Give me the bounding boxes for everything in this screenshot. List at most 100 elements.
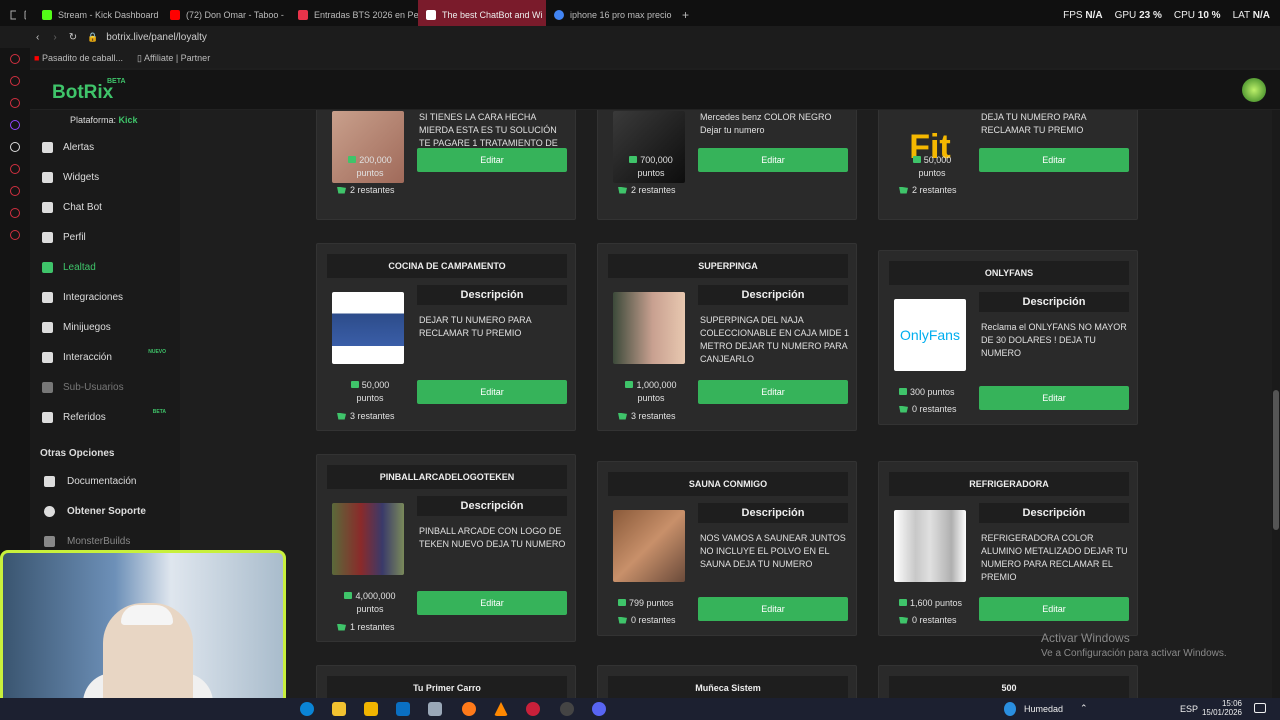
botrix-logo[interactable]: BotRix BETA xyxy=(52,78,126,104)
description-heading: Descripción xyxy=(698,285,848,305)
app-icon[interactable] xyxy=(428,702,442,716)
reward-description: Mercedes benz COLOR NEGRO Dejar tu numer… xyxy=(700,112,832,135)
firefox-icon[interactable] xyxy=(462,702,476,716)
cart-icon xyxy=(899,405,908,413)
sidebar-item-documentacion[interactable]: Documentación xyxy=(44,471,136,491)
reward-description: DEJAR TU NUMERO PARA RECLAMAR TU PREMIO xyxy=(419,315,532,338)
opera-gx-icon[interactable] xyxy=(526,702,540,716)
reward-title: SUPERPINGA xyxy=(608,254,848,278)
x-icon[interactable] xyxy=(10,142,20,152)
user-avatar[interactable] xyxy=(1242,78,1266,102)
reward-card: ONLYFANS OnlyFans Descripción Reclama el… xyxy=(878,250,1138,425)
reward-title: 500 xyxy=(889,676,1129,698)
sidebar-app-icon[interactable] xyxy=(10,54,20,64)
sidebar-item-chatbot[interactable]: Chat Bot xyxy=(42,197,172,217)
cart-icon xyxy=(337,412,346,420)
forward-icon[interactable]: › xyxy=(53,32,56,43)
cart-icon xyxy=(618,412,627,420)
weather-widget[interactable]: Humedad xyxy=(1024,704,1063,714)
back-icon[interactable]: ‹ xyxy=(36,32,39,43)
gpu-value: 23 % xyxy=(1139,10,1162,21)
reward-remaining: 3 restantes xyxy=(618,411,676,421)
reward-card: Muñeca Sistem xyxy=(597,665,857,698)
bookmark-item[interactable]: ■ Pasadito de caball... xyxy=(34,53,123,63)
outlook-icon[interactable] xyxy=(396,702,410,716)
reload-icon[interactable]: ↻ xyxy=(69,32,77,43)
reward-card: Tu Primer Carro xyxy=(316,665,576,698)
url-field[interactable]: botrix.live/panel/loyalty xyxy=(106,32,207,43)
language-indicator[interactable]: ESP xyxy=(1180,704,1198,714)
page-scrollbar[interactable] xyxy=(1272,110,1280,698)
windows-taskbar: Humedad ⌃ ESP 15:06 15/01/2026 xyxy=(0,698,1280,720)
sidebar-item-minijuegos[interactable]: Minijuegos xyxy=(42,317,172,337)
settings-icon[interactable] xyxy=(10,230,20,240)
reward-remaining: 2 restantes xyxy=(618,185,676,195)
edit-button[interactable]: Editar xyxy=(417,591,567,615)
reward-points: 799 puntos xyxy=(618,597,698,610)
reward-card: SI TIENES LA CARA HECHA MIERDA ESTA ES T… xyxy=(316,110,576,220)
cart-icon xyxy=(337,623,346,631)
edit-button[interactable]: Editar xyxy=(979,148,1129,172)
coins-icon xyxy=(344,592,353,599)
reward-image: OnlyFans xyxy=(894,299,966,371)
humidity-icon xyxy=(1004,702,1016,716)
edit-button[interactable]: Editar xyxy=(979,597,1129,621)
reward-remaining: 0 restantes xyxy=(899,615,957,625)
history-icon[interactable] xyxy=(10,186,20,196)
edit-button[interactable]: Editar xyxy=(417,148,567,172)
reward-description: NOS VAMOS A SAUNEAR JUNTOS NO INCLUYE EL… xyxy=(700,533,846,569)
new-badge: NUEVO xyxy=(148,349,166,355)
sidebar-item-perfil[interactable]: Perfil xyxy=(42,227,172,247)
edit-button[interactable]: Editar xyxy=(417,380,567,404)
edit-button[interactable]: Editar xyxy=(698,597,848,621)
sidebar-item-integraciones[interactable]: Integraciones xyxy=(42,287,172,307)
docs-icon xyxy=(44,475,55,487)
beta-badge: BETA xyxy=(152,409,166,415)
reward-card: Fit DEJA TU NUMERO PARA RECLAMAR TU PREM… xyxy=(878,110,1138,220)
sidebar-item-alertas[interactable]: Alertas xyxy=(42,137,172,157)
sidebar-item-interaccion[interactable]: Interacción NUEVO xyxy=(42,347,172,367)
youtube-icon xyxy=(170,10,180,20)
scrollbar-thumb[interactable] xyxy=(1273,390,1279,530)
cpu-value: 10 % xyxy=(1197,10,1221,21)
sidebar-app-icon[interactable] xyxy=(10,76,20,86)
reward-card: 500 xyxy=(878,665,1138,698)
app-header: BotRix BETA xyxy=(30,70,1280,110)
coins-icon xyxy=(912,156,921,163)
reward-remaining: 1 restantes xyxy=(337,622,395,632)
sidebar-item-lealtad[interactable]: Lealtad xyxy=(42,257,172,277)
discord-icon[interactable] xyxy=(592,702,606,716)
bookmark-item[interactable]: ▯ Affiliate | Partner xyxy=(137,53,210,64)
edit-button[interactable]: Editar xyxy=(979,386,1129,410)
tab-label: The best ChatBot and Wi xyxy=(442,10,543,20)
clock[interactable]: 15:06 15/01/2026 xyxy=(1200,699,1242,717)
sidebar-item-monsterbuilds[interactable]: MonsterBuilds xyxy=(44,531,130,551)
sidebar-item-subusuarios[interactable]: Sub-Usuarios xyxy=(42,377,172,397)
store-icon[interactable] xyxy=(364,702,378,716)
sidebar-app-icon[interactable] xyxy=(10,208,20,218)
sidebar-app-icon[interactable] xyxy=(10,98,20,108)
reward-points: 4,000,000 puntos xyxy=(337,590,403,616)
reward-title: Muñeca Sistem xyxy=(608,676,848,698)
sidebar-item-soporte[interactable]: Obtener Soporte xyxy=(44,501,146,521)
reward-title: SAUNA CONMIGO xyxy=(608,472,848,496)
robot-icon xyxy=(42,201,53,213)
notifications-icon[interactable] xyxy=(1254,703,1266,713)
beta-badge: BETA xyxy=(107,78,126,85)
tray-chevron-icon[interactable]: ⌃ xyxy=(1080,703,1088,714)
vlc-icon[interactable] xyxy=(494,702,508,716)
reward-points: 50,000 puntos xyxy=(337,379,403,405)
sidebar-app-icon[interactable] xyxy=(10,164,20,174)
folder-icon[interactable] xyxy=(332,702,346,716)
sidebar-item-referidos[interactable]: Referidos BETA xyxy=(42,407,172,427)
edit-button[interactable]: Editar xyxy=(698,148,848,172)
twitch-icon[interactable] xyxy=(10,120,20,130)
reward-title: PINBALLARCADELOGOTEKEN xyxy=(327,465,567,489)
reward-card: Mercedes benz COLOR NEGRO Dejar tu numer… xyxy=(597,110,857,220)
tab-label: Stream - Kick Dashboard xyxy=(58,10,159,20)
reward-description: DEJA TU NUMERO PARA RECLAMAR TU PREMIO xyxy=(981,112,1087,135)
sidebar-item-widgets[interactable]: Widgets xyxy=(42,167,172,187)
edge-icon[interactable] xyxy=(300,702,314,716)
edit-button[interactable]: Editar xyxy=(698,380,848,404)
obs-icon[interactable] xyxy=(560,702,574,716)
